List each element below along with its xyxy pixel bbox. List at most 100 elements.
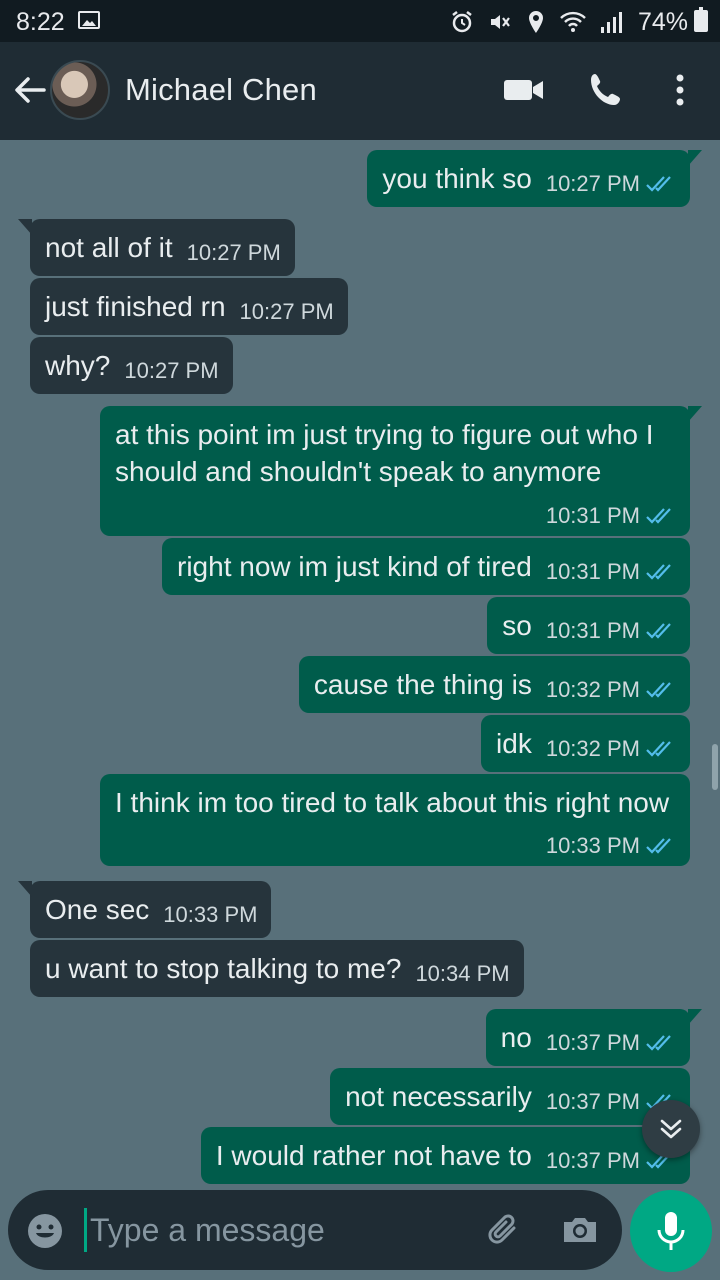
message-bubble[interactable]: not necessarily 10:37 PM [330,1068,690,1125]
phone-icon [591,74,620,105]
message-text: why? [45,350,111,381]
message-meta: 10:37 PM [546,1031,676,1055]
message-time: 10:34 PM [415,961,510,986]
more-vertical-icon [676,74,684,106]
microphone-icon [657,1212,685,1250]
message-time: 10:27 PM [545,171,640,196]
message-text: I think im too tired to talk about this … [115,787,670,818]
message-bubble[interactable]: u want to stop talking to me? 10:34 PM [30,940,524,997]
message-text: not necessarily [345,1081,532,1112]
message-time: 10:27 PM [186,240,281,265]
emoji-icon [28,1214,62,1248]
wifi-icon [560,11,586,32]
message-meta: 10:33 PM [546,834,676,858]
more-options-button[interactable] [664,70,696,110]
double-chevron-down-icon [660,1119,682,1139]
alarm-icon [452,11,472,33]
message-meta: 10:27 PM [124,359,218,383]
message-time: 10:33 PM [163,902,258,927]
read-ticks-icon [646,741,671,757]
message-time: 10:27 PM [124,358,219,383]
text-cursor [84,1208,87,1252]
message-bubble[interactable]: right now im just kind of tired 10:31 PM [162,538,690,595]
message-text: at this point im just trying to figure o… [115,419,662,487]
message-text: not all of it [45,232,173,263]
avatar[interactable] [50,60,110,120]
read-ticks-icon [646,508,671,524]
message-bubble[interactable]: just finished rn 10:27 PM [30,278,348,335]
message-input[interactable] [90,1208,470,1252]
message-composer [8,1190,622,1270]
scroll-to-bottom-button[interactable] [642,1100,700,1158]
mute-icon [491,15,510,29]
message-time: 10:31 PM [545,503,640,528]
arrow-left-icon [15,77,46,103]
chat-header: Michael Chen [0,42,720,140]
message-bubble[interactable]: no 10:37 PM [485,1009,703,1066]
message-meta: 10:34 PM [415,962,509,986]
message-text: just finished rn [45,291,226,322]
message-meta: 10:31 PM [546,619,676,643]
contact-name[interactable]: Michael Chen [125,72,317,108]
message-text: right now im just kind of tired [177,551,532,582]
message-time: 10:31 PM [545,618,640,643]
message-text: cause the thing is [313,669,532,700]
paperclip-icon [488,1214,516,1244]
camera-icon [564,1218,596,1242]
message-bubble[interactable]: idk 10:32 PM [481,715,690,772]
voice-call-button[interactable] [586,70,626,110]
status-bar: 8:22 74% [0,0,720,42]
message-bubble[interactable]: why? 10:27 PM [30,337,233,394]
message-meta: 10:27 PM [240,300,334,324]
status-time: 8:22 [16,8,65,36]
message-text: u want to stop talking to me? [45,953,402,984]
message-bubble[interactable]: so 10:31 PM [487,597,690,654]
message-bubble[interactable]: cause the thing is 10:32 PM [298,656,690,713]
message-bubble[interactable]: One sec 10:33 PM [17,881,272,938]
camera-button[interactable] [560,1210,600,1250]
scrollbar-thumb[interactable] [712,744,718,790]
message-bubble[interactable]: at this point im just trying to figure o… [100,406,702,536]
message-text: One sec [45,894,150,925]
attach-button[interactable] [484,1210,524,1250]
read-ticks-icon [646,1035,671,1051]
message-bubble[interactable]: I think im too tired to talk about this … [100,774,690,866]
back-button[interactable] [10,70,50,110]
read-ticks-icon [646,564,671,580]
message-list[interactable]: you think so 10:27 PM not all of it 10:2… [0,140,720,1190]
message-text: you think so [382,163,532,194]
message-bubble[interactable]: not all of it 10:27 PM [18,219,295,276]
message-meta: 10:27 PM [546,172,676,196]
message-time: 10:27 PM [239,299,334,324]
message-meta: 10:31 PM [546,504,676,528]
message-meta: 10:33 PM [163,903,257,927]
message-meta: 10:32 PM [546,737,676,761]
battery-percent: 74% [637,8,688,36]
emoji-button[interactable] [26,1212,64,1250]
gallery-notification-icon [78,11,100,29]
status-icons [450,10,624,34]
message-time: 10:37 PM [545,1089,640,1114]
message-text: I would rather not have to [215,1140,532,1171]
message-text: no [500,1022,532,1053]
read-ticks-icon [646,623,671,639]
message-time: 10:33 PM [545,833,640,858]
read-ticks-icon [646,176,671,192]
message-bubble[interactable]: I would rather not have to 10:37 PM [200,1127,690,1184]
message-time: 10:31 PM [545,559,640,584]
message-meta: 10:31 PM [546,560,676,584]
message-text: so [502,610,532,641]
message-text: idk [496,728,532,759]
read-ticks-icon [646,682,671,698]
message-time: 10:32 PM [545,677,640,702]
message-meta: 10:32 PM [546,678,676,702]
message-time: 10:37 PM [545,1148,640,1173]
message-time: 10:32 PM [545,736,640,761]
video-camera-icon [504,80,543,100]
message-bubble[interactable]: you think so 10:27 PM [367,150,702,207]
voice-message-button[interactable] [630,1190,712,1272]
location-icon [529,11,543,33]
message-time: 10:37 PM [545,1030,640,1055]
battery-icon [694,7,708,32]
video-call-button[interactable] [502,72,546,108]
